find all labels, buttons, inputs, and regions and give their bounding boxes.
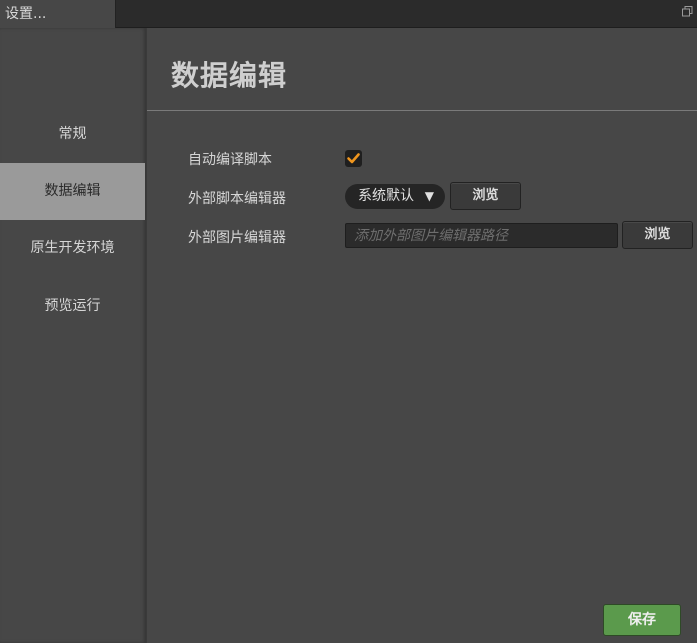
title-divider bbox=[147, 110, 697, 111]
browse-image-editor-button[interactable]: 浏览 bbox=[622, 221, 693, 249]
settings-window: 设置... 常规 数据编辑 原生开发环境 预览运行 数据编辑 自动编译脚本 外部… bbox=[0, 0, 697, 643]
auto-compile-label: 自动编译脚本 bbox=[188, 152, 272, 168]
sidebar-item-label: 原生开发环境 bbox=[30, 240, 115, 256]
settings-main-panel: 数据编辑 自动编译脚本 外部脚本编辑器 系统默认 ▼ 浏览 外部图片编辑器 浏览… bbox=[147, 28, 697, 643]
dropdown-arrow-icon: ▼ bbox=[424, 189, 434, 203]
tab-settings[interactable]: 设置... bbox=[0, 0, 116, 28]
restore-window-icon[interactable] bbox=[681, 6, 693, 18]
sidebar-item-preview-run[interactable]: 预览运行 bbox=[0, 278, 145, 335]
save-button[interactable]: 保存 bbox=[603, 604, 681, 636]
script-editor-label: 外部脚本编辑器 bbox=[188, 191, 286, 207]
checkmark-icon bbox=[347, 153, 360, 164]
browse-script-editor-button[interactable]: 浏览 bbox=[450, 182, 521, 210]
auto-compile-checkbox[interactable] bbox=[345, 150, 362, 167]
script-editor-selected-value: 系统默认 bbox=[358, 188, 414, 204]
sidebar-item-label: 常规 bbox=[58, 126, 87, 142]
script-editor-select[interactable]: 系统默认 ▼ bbox=[345, 184, 445, 209]
page-title: 数据编辑 bbox=[171, 59, 288, 92]
image-editor-label: 外部图片编辑器 bbox=[188, 230, 286, 246]
sidebar-item-native-dev-env[interactable]: 原生开发环境 bbox=[0, 220, 145, 277]
tab-bar: 设置... bbox=[0, 0, 697, 28]
image-editor-path-input[interactable] bbox=[345, 223, 618, 248]
tab-settings-label: 设置... bbox=[5, 6, 47, 22]
sidebar-item-general[interactable]: 常规 bbox=[0, 106, 145, 163]
sidebar-item-data-editing[interactable]: 数据编辑 bbox=[0, 163, 145, 220]
sidebar-item-label: 预览运行 bbox=[44, 298, 101, 314]
sidebar-item-label: 数据编辑 bbox=[44, 183, 101, 199]
settings-sidebar: 常规 数据编辑 原生开发环境 预览运行 bbox=[0, 28, 147, 643]
